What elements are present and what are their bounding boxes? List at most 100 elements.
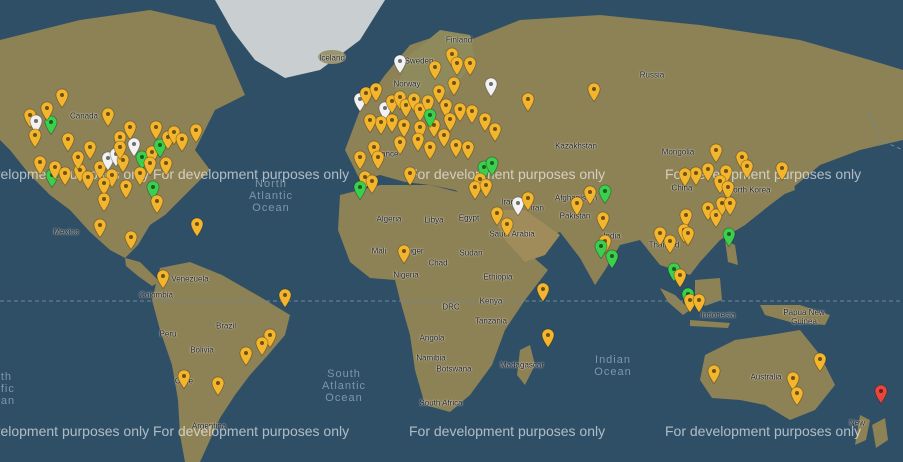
map-marker-pin[interactable] [149,120,163,141]
world-map[interactable]: Iceland Finland Sweden Norway Russia Can… [0,0,903,462]
map-marker-pin[interactable] [363,113,377,134]
map-marker-pin[interactable] [443,112,457,133]
watermark-text: For development purposes only [665,423,862,439]
map-marker-pin[interactable] [605,249,619,270]
map-marker-pin[interactable] [775,161,789,182]
map-marker-pin[interactable] [596,211,610,232]
map-marker-pin[interactable] [58,166,72,187]
map-marker-pin[interactable] [707,364,721,385]
map-marker-pin[interactable] [813,352,827,373]
map-marker-pin[interactable] [156,269,170,290]
map-marker-pin[interactable] [119,179,133,200]
map-marker-pin[interactable] [190,217,204,238]
map-marker-pin[interactable] [365,174,379,195]
label-libya: Libya [424,215,444,225]
map-marker-pin[interactable] [369,82,383,103]
map-marker-pin[interactable] [403,166,417,187]
map-marker-pin[interactable] [28,128,42,149]
label-mongolia: Mongolia [661,147,695,157]
watermark-text: For development purposes only [153,423,350,439]
map-marker-pin[interactable] [461,140,475,161]
map-marker-pin[interactable] [521,191,535,212]
map-marker-pin[interactable] [150,194,164,215]
map-marker-pin[interactable] [371,150,385,171]
watermark-text: For development purposes only [409,166,606,182]
map-marker-pin[interactable] [428,60,442,81]
map-marker-pin[interactable] [465,104,479,125]
map-marker-pin[interactable] [393,54,407,75]
map-marker-pin[interactable] [397,244,411,265]
map-marker-pin[interactable] [521,92,535,113]
map-marker-pin[interactable] [143,156,157,177]
label-tanzania: Tanzania [474,316,508,326]
map-marker-pin[interactable] [278,288,292,309]
map-marker-pin[interactable] [488,122,502,143]
map-marker-pin[interactable] [93,218,107,239]
map-marker-pin[interactable] [678,167,692,188]
map-marker-pin[interactable] [124,230,138,251]
map-marker-pin[interactable] [211,376,225,397]
map-marker-pin[interactable] [40,101,54,122]
label-angola: Angola [419,333,445,343]
map-marker-pin[interactable] [598,184,612,205]
map-marker-pin[interactable] [113,140,127,161]
map-marker-pin[interactable] [653,226,667,247]
label-algeria: Algeria [376,214,402,224]
label-bolivia: Bolivia [190,345,214,355]
map-marker-pin[interactable] [463,56,477,77]
map-marker-pin[interactable] [536,282,550,303]
map-marker-pin[interactable] [239,346,253,367]
map-marker-pin[interactable] [709,143,723,164]
map-marker-pin[interactable] [423,140,437,161]
map-marker-pin[interactable] [587,82,601,103]
label-indian-ocean: Indian Ocean [594,354,632,378]
map-marker-pin[interactable] [393,135,407,156]
watermark-text: For development purposes only [153,166,350,182]
map-marker-pin[interactable] [723,196,737,217]
label-madagascar: Madagascar [499,360,545,370]
map-marker-pin[interactable] [189,123,203,144]
map-marker-pin[interactable] [681,226,695,247]
label-north-atlantic-ocean: North Atlantic Ocean [248,178,294,214]
map-marker-pin[interactable] [450,56,464,77]
map-marker-pin[interactable] [479,178,493,199]
map-marker-pin[interactable] [484,77,498,98]
map-marker-pin[interactable] [673,268,687,289]
map-marker-pin[interactable] [97,192,111,213]
map-marker-pin[interactable] [353,150,367,171]
map-marker-pin[interactable] [83,140,97,161]
map-marker-pin[interactable] [692,293,706,314]
label-kazakhstan: Kazakhstan [555,141,597,151]
map-marker-pin[interactable] [500,217,514,238]
label-colombia: Colombia [139,290,173,300]
map-marker-pin[interactable] [740,159,754,180]
label-norway: Norway [393,79,421,89]
map-marker-pin[interactable] [485,156,499,177]
label-sudan: Sudan [459,248,483,258]
label-finland: Finland [445,35,473,45]
label-south-atlantic-ocean: South Atlantic Ocean [321,368,367,404]
map-marker-pin[interactable] [255,336,269,357]
map-marker-pin[interactable] [177,369,191,390]
label-russia: Russia [639,70,665,80]
label-venezuela: Venezuela [171,274,209,284]
label-south-africa: South Africa [419,398,463,408]
map-marker-pin[interactable] [790,386,804,407]
map-marker-pin[interactable] [101,107,115,128]
map-marker-pin[interactable] [423,108,437,129]
map-marker-pin[interactable] [61,132,75,153]
map-marker-pin[interactable] [722,227,736,248]
map-marker-pin[interactable] [55,88,69,109]
map-marker-pin[interactable] [411,132,425,153]
map-marker-pin[interactable] [541,328,555,349]
label-ethiopia: Ethiopia [483,272,513,282]
map-marker-pin[interactable] [175,132,189,153]
map-marker-pin[interactable] [447,76,461,97]
map-marker-pin[interactable] [570,196,584,217]
map-marker-pin[interactable] [583,185,597,206]
label-nigeria: Nigeria [393,270,419,280]
label-kenya: Kenya [479,296,503,306]
map-marker-pin[interactable] [874,384,888,405]
label-chad: Chad [428,258,448,268]
map-marker-pin[interactable] [159,156,173,177]
